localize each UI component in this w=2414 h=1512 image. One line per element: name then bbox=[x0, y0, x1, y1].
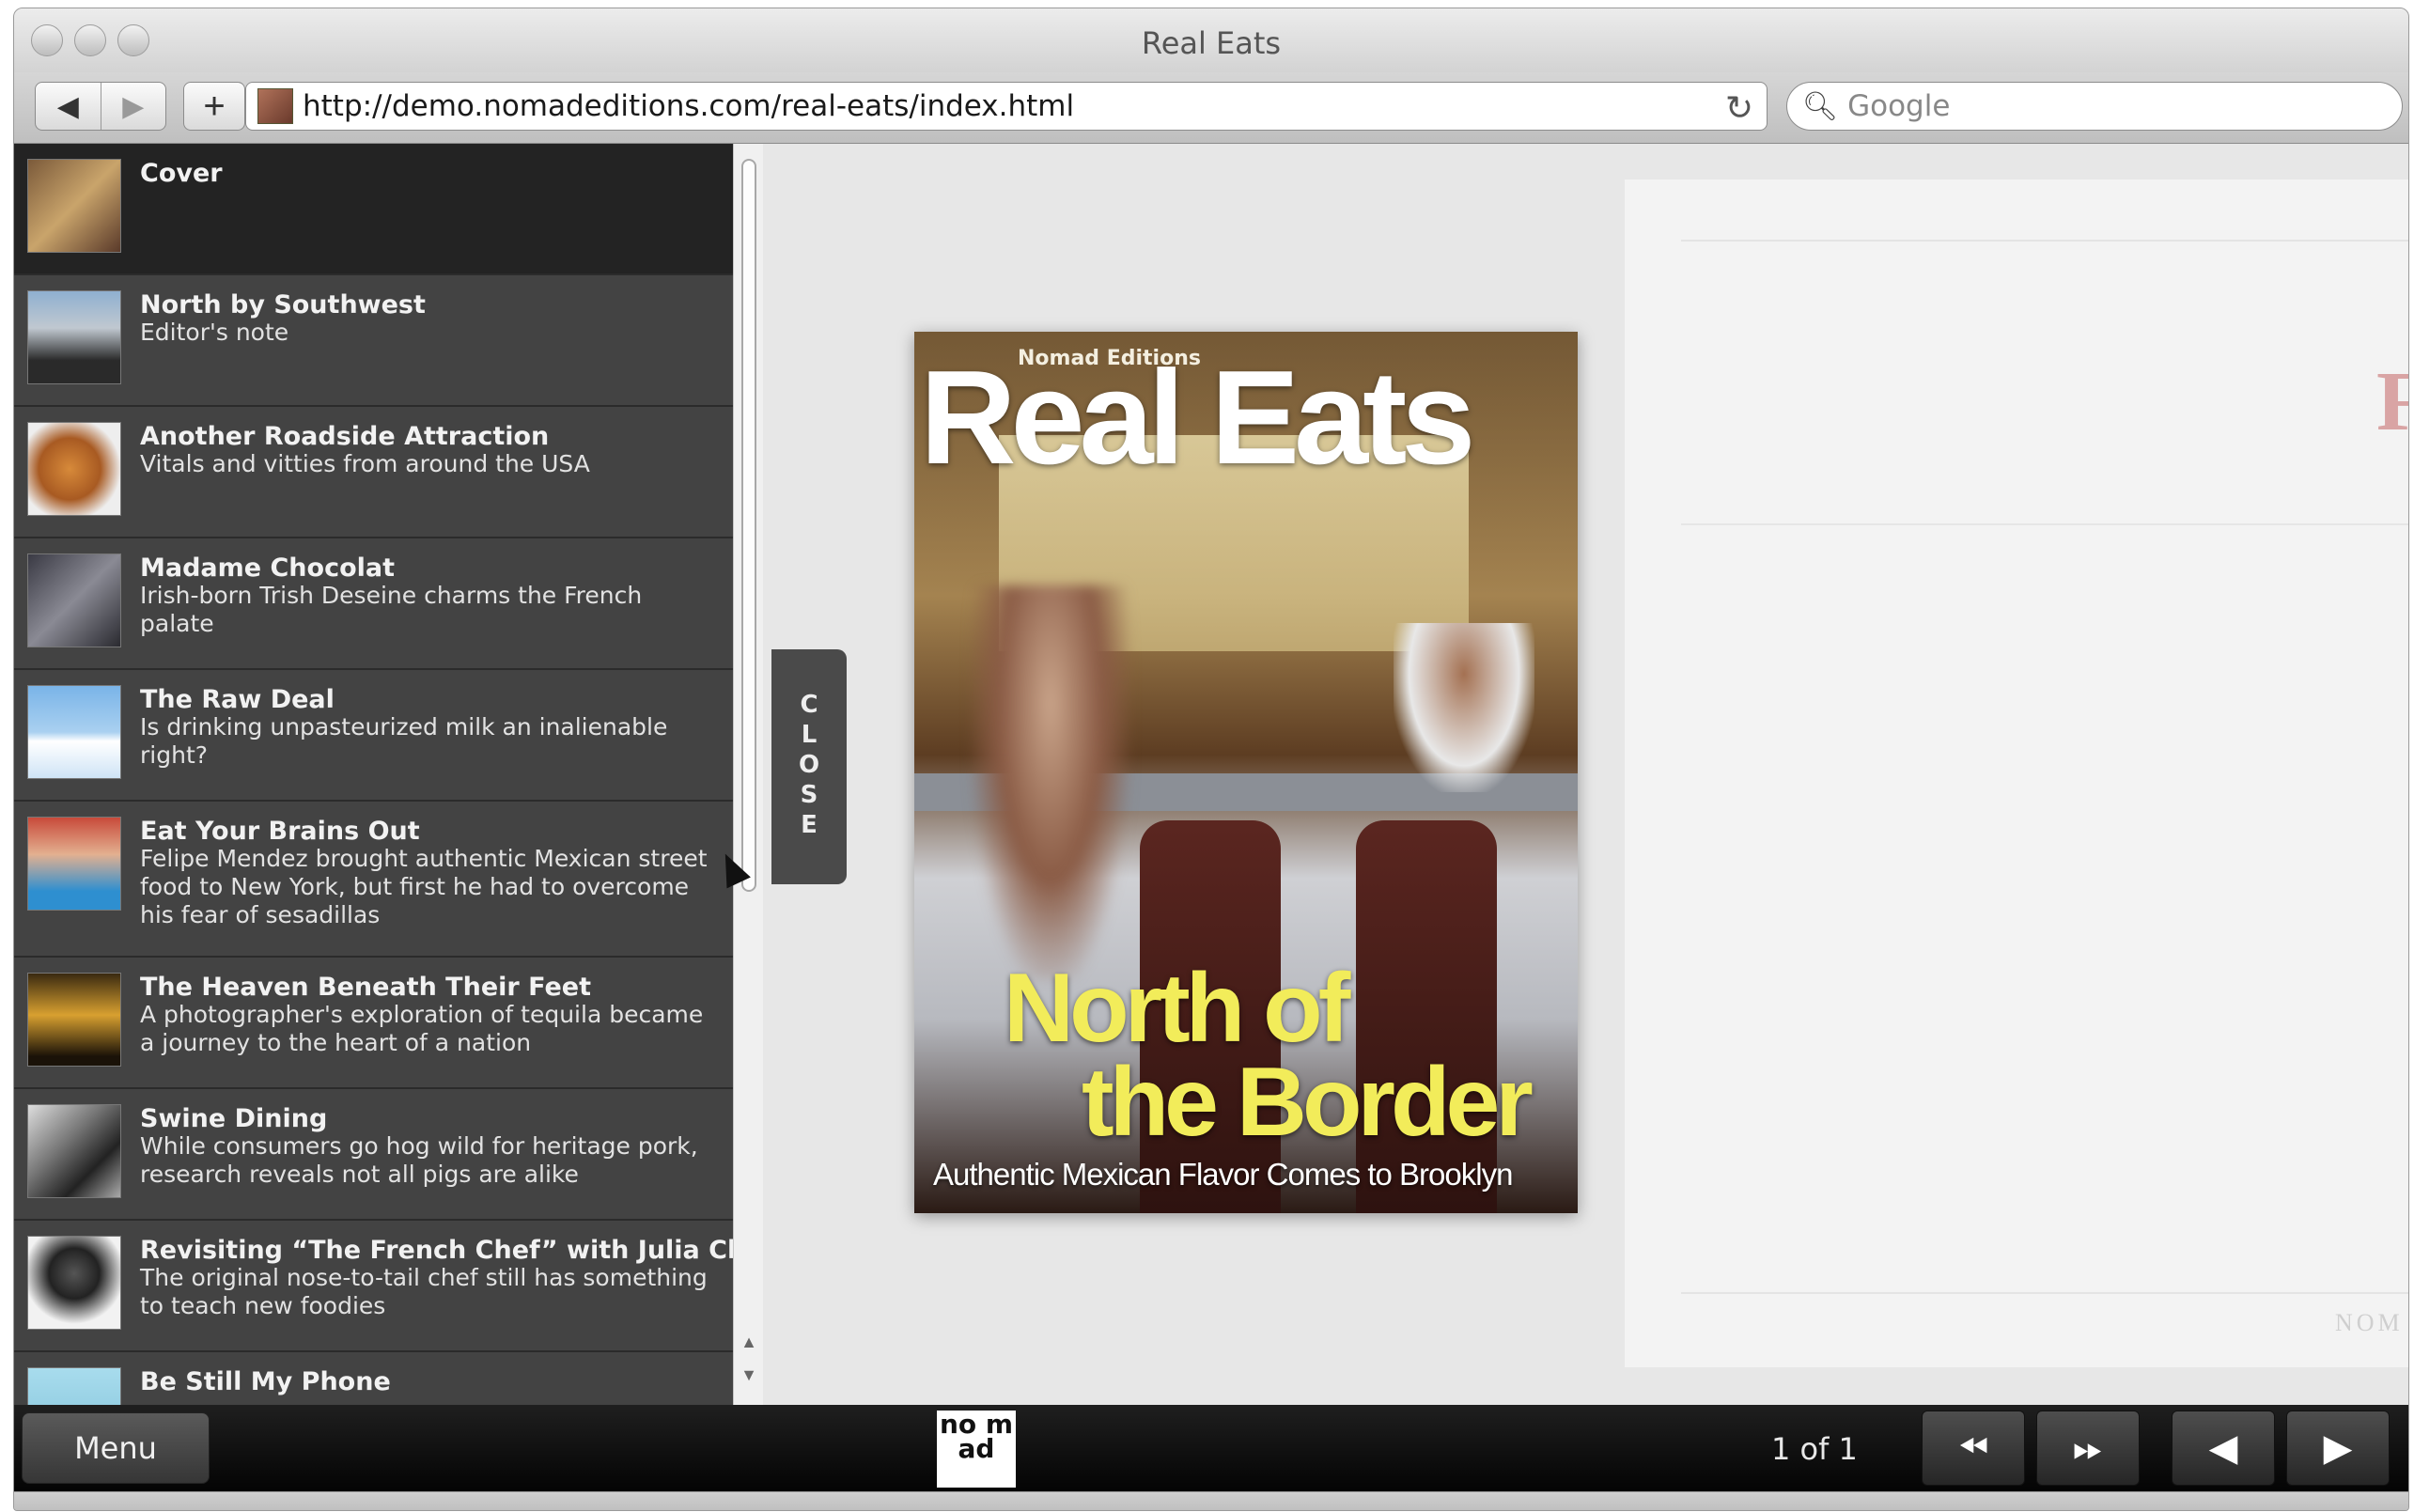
title-bar: Real Eats bbox=[14, 8, 2408, 72]
toc-title: Revisiting “The French Chef” with Julia … bbox=[140, 1236, 733, 1265]
waitress-photo bbox=[971, 585, 1130, 980]
favicon-icon bbox=[257, 88, 293, 124]
toc-title: The Raw Deal bbox=[140, 685, 335, 714]
search-icon[interactable]: 🔍︎ bbox=[1802, 90, 1838, 123]
toc-title: Be Still My Phone bbox=[140, 1367, 391, 1396]
toc-description: The original nose-to-tail chef still has… bbox=[140, 1264, 708, 1319]
back-button[interactable]: ◀ bbox=[36, 83, 101, 130]
toc-item[interactable]: Be Still My Phone bbox=[14, 1352, 733, 1405]
divider bbox=[1681, 240, 2408, 242]
toc-description: Is drinking unpasteurized milk an inalie… bbox=[140, 713, 668, 769]
reader-bottom-bar: Menu no m ad 1 of 1 ⏪︎ ⏩︎ ◀ ▶ bbox=[14, 1405, 2408, 1491]
back-arrow-icon: ◀ bbox=[56, 90, 79, 122]
ghost-letter: F bbox=[2376, 353, 2408, 450]
scroll-up-arrow-icon[interactable]: ▲ bbox=[734, 1333, 764, 1352]
previous-page-button[interactable]: ◀ bbox=[2172, 1411, 2275, 1486]
toc-title: Madame Chocolat bbox=[140, 553, 396, 583]
search-placeholder: Google bbox=[1847, 89, 1951, 123]
toc-description: While consumers go hog wild for heritage… bbox=[140, 1132, 698, 1188]
thumbnail-image bbox=[27, 290, 121, 384]
toc-title: Eat Your Brains Out bbox=[140, 817, 420, 846]
toc-item[interactable]: Another Roadside Attraction Vitals and v… bbox=[14, 407, 733, 538]
last-page-button[interactable]: ⏩︎ bbox=[2036, 1411, 2140, 1486]
thumbnail-image bbox=[27, 685, 121, 779]
thumbnail-image bbox=[27, 422, 121, 516]
next-arrow-icon: ▶ bbox=[2323, 1427, 2353, 1469]
toc-description: Felipe Mendez brought authentic Mexican … bbox=[140, 845, 708, 928]
toc-description: Editor's note bbox=[140, 319, 289, 346]
toc-item[interactable]: Madame Chocolat Irish-born Trish Deseine… bbox=[14, 538, 733, 670]
forward-button[interactable]: ▶ bbox=[100, 83, 166, 130]
toc-title: Swine Dining bbox=[140, 1104, 328, 1133]
thumbnail-image bbox=[27, 1104, 121, 1198]
ghost-footer: NOM bbox=[2335, 1309, 2404, 1336]
divider bbox=[1681, 523, 2408, 525]
thumbnail-image bbox=[27, 1236, 121, 1330]
toc-item[interactable]: Swine Dining While consumers go hog wild… bbox=[14, 1089, 733, 1221]
chef-photo bbox=[1394, 623, 1534, 792]
menu-button[interactable]: Menu bbox=[22, 1412, 210, 1484]
thumbnail-image bbox=[27, 973, 121, 1067]
browser-window: Real Eats ◀ ▶ + http://demo.nomadedition… bbox=[13, 8, 2409, 1511]
plus-icon: + bbox=[203, 85, 226, 127]
close-label: CLOSE bbox=[781, 691, 837, 850]
window-title: Real Eats bbox=[1141, 25, 1282, 61]
next-page-preview: F NOM bbox=[1625, 179, 2408, 1367]
add-bookmark-button[interactable]: + bbox=[183, 82, 245, 131]
toc-title: The Heaven Beneath Their Feet bbox=[140, 973, 591, 1002]
toc-item-cover[interactable]: Cover bbox=[14, 144, 733, 275]
toc-item[interactable]: The Raw Deal Is drinking unpasteurized m… bbox=[14, 670, 733, 802]
nav-buttons: ◀ ▶ bbox=[35, 82, 166, 131]
toc-item[interactable]: North by Southwest Editor's note bbox=[14, 275, 733, 407]
address-bar[interactable]: http://demo.nomadeditions.com/real-eats/… bbox=[245, 82, 1768, 131]
reload-icon[interactable]: ↻ bbox=[1725, 88, 1753, 128]
toc-description: A photographer's exploration of tequila … bbox=[140, 1001, 704, 1056]
toc-item[interactable]: Eat Your Brains Out Felipe Mendez brough… bbox=[14, 802, 733, 958]
nomad-logo: no m ad bbox=[937, 1411, 1016, 1488]
rewind-icon: ⏪︎ bbox=[1958, 1426, 1988, 1469]
toc-title: North by Southwest bbox=[140, 290, 426, 320]
logo-text: no m ad bbox=[939, 1409, 1014, 1464]
browser-toolbar: ◀ ▶ + http://demo.nomadeditions.com/real… bbox=[14, 72, 2408, 144]
toc-description: Irish-born Trish Deseine charms the Fren… bbox=[140, 582, 643, 637]
fast-forward-icon: ⏩︎ bbox=[2073, 1426, 2103, 1469]
toc-description: Vitals and vitties from around the USA bbox=[140, 450, 590, 477]
first-page-button[interactable]: ⏪︎ bbox=[1922, 1411, 2025, 1486]
toc-item[interactable]: Revisiting “The French Chef” with Julia … bbox=[14, 1221, 733, 1352]
page-content: Cover North by Southwest Editor's note A… bbox=[14, 144, 2408, 1405]
thumbnail-image bbox=[27, 159, 121, 253]
thumbnail-image bbox=[27, 553, 121, 647]
magazine-cover[interactable]: Real Eats Nomad Editions North of the Bo… bbox=[914, 332, 1578, 1213]
previous-arrow-icon: ◀ bbox=[2208, 1427, 2238, 1469]
sidebar-scrollbar[interactable]: ▲ ▼ bbox=[733, 144, 763, 1405]
thumbnail-image bbox=[27, 817, 121, 911]
toc-title: Cover bbox=[140, 159, 223, 188]
cover-headline-line1: North of bbox=[1004, 954, 1350, 1063]
close-text: CLOSE bbox=[795, 691, 823, 841]
status-bar bbox=[14, 1491, 2408, 1510]
cover-subhead: Authentic Mexican Flavor Comes to Brookl… bbox=[933, 1157, 1513, 1192]
search-field[interactable]: 🔍︎ Google bbox=[1786, 82, 2403, 131]
scroll-down-arrow-icon[interactable]: ▼ bbox=[734, 1365, 764, 1385]
toc-title: Another Roadside Attraction bbox=[140, 422, 550, 451]
divider bbox=[1681, 1292, 2408, 1294]
cover-brand: Nomad Editions bbox=[1018, 347, 1201, 370]
close-sidebar-tab[interactable]: CLOSE bbox=[771, 649, 847, 884]
url-text[interactable]: http://demo.nomadeditions.com/real-eats/… bbox=[303, 89, 1074, 123]
table-of-contents: Cover North by Southwest Editor's note A… bbox=[14, 144, 733, 1405]
thumbnail-image bbox=[27, 1367, 121, 1405]
toc-item[interactable]: The Heaven Beneath Their Feet A photogra… bbox=[14, 958, 733, 1089]
scrollbar-thumb[interactable] bbox=[741, 159, 756, 892]
next-page-button[interactable]: ▶ bbox=[2286, 1411, 2390, 1486]
cover-headline-line2: the Border bbox=[1082, 1048, 1534, 1157]
page-count: 1 of 1 bbox=[1771, 1431, 1858, 1467]
forward-arrow-icon: ▶ bbox=[122, 90, 145, 122]
